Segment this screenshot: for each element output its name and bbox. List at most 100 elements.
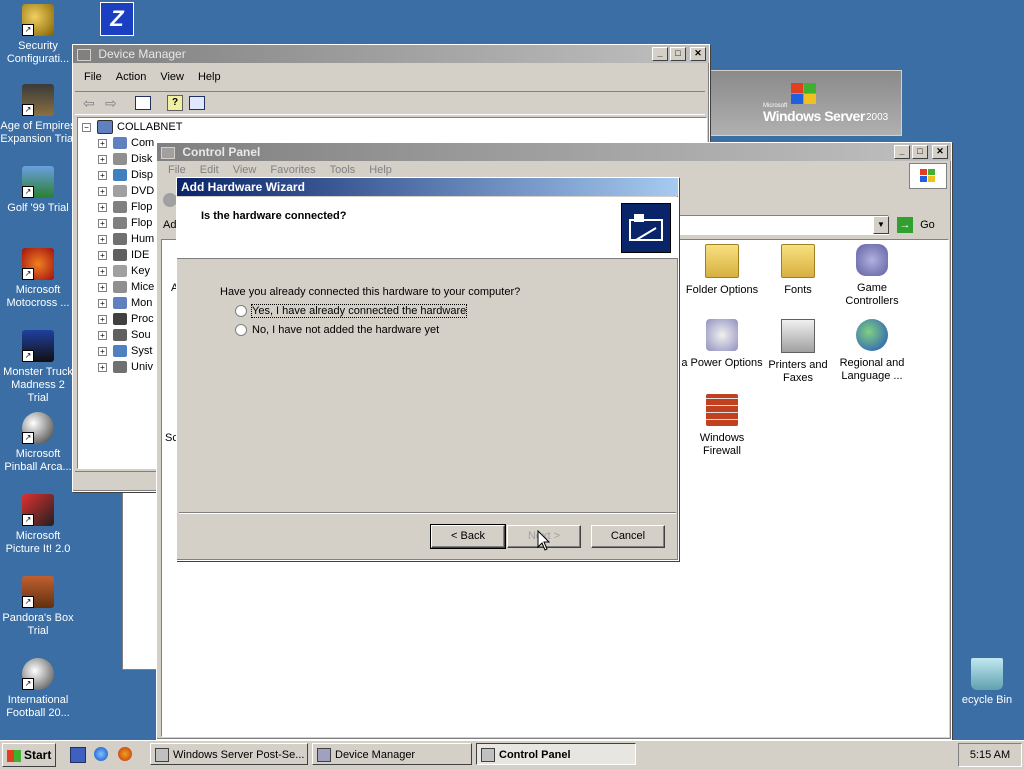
tree-item[interactable]: + Hum: [98, 231, 154, 247]
menu-view[interactable]: View: [153, 71, 191, 83]
radio-no[interactable]: [235, 324, 247, 337]
tree-item[interactable]: + Mon: [98, 295, 152, 311]
cp-fonts[interactable]: Fonts: [756, 244, 840, 297]
address-dropdown-button[interactable]: ▼: [873, 216, 889, 234]
tree-item-label: Key: [131, 265, 150, 277]
maximize-button[interactable]: □: [912, 145, 928, 159]
expand-icon[interactable]: +: [98, 234, 107, 244]
tree-item[interactable]: + Disp: [98, 167, 153, 183]
radio-yes-option[interactable]: Yes, I have already connected the hardwa…: [235, 304, 468, 318]
close-button[interactable]: ✕: [690, 47, 706, 61]
desktop-icon-pandoras-box[interactable]: ↗ Pandora's Box Trial: [0, 576, 76, 638]
device-category-icon: [113, 329, 127, 342]
cp-folder-options[interactable]: Folder Options: [680, 244, 764, 297]
close-button[interactable]: ✕: [932, 145, 948, 159]
cp-regional-language[interactable]: Regional and Language ...: [830, 319, 914, 383]
desktop-icon-pinball[interactable]: ↗ Microsoft Pinball Arca...: [0, 412, 76, 474]
desktop-icon-football[interactable]: ↗ International Football 20...: [0, 658, 76, 720]
cp-windows-firewall[interactable]: Windows Firewall: [680, 394, 764, 458]
tree-item[interactable]: + Sou: [98, 327, 151, 343]
expand-icon[interactable]: +: [98, 138, 107, 148]
tree-item[interactable]: + Proc: [98, 311, 154, 327]
show-hide-tree-icon[interactable]: [135, 96, 151, 110]
update-driver-icon[interactable]: [189, 96, 205, 110]
tree-item[interactable]: + Flop: [98, 199, 152, 215]
expand-icon[interactable]: +: [98, 170, 107, 180]
menu-help[interactable]: Help: [362, 164, 399, 176]
menu-edit[interactable]: Edit: [193, 164, 226, 176]
back-arrow-icon[interactable]: ⇦: [83, 95, 95, 112]
control-panel-titlebar[interactable]: Control Panel _ □ ✕: [157, 143, 951, 161]
tree-item[interactable]: + Univ: [98, 359, 153, 375]
menu-tools[interactable]: Tools: [323, 164, 363, 176]
expand-icon[interactable]: +: [98, 266, 107, 276]
expand-icon[interactable]: +: [98, 282, 107, 292]
taskbar-window-icon: [155, 748, 169, 762]
wizard-titlebar[interactable]: Add Hardware Wizard: [177, 178, 678, 196]
forward-arrow-icon[interactable]: ⇨: [105, 95, 117, 112]
back-nav-icon[interactable]: [163, 193, 177, 207]
expand-icon[interactable]: +: [98, 154, 107, 164]
maximize-button[interactable]: □: [670, 47, 686, 61]
desktop-icon-z[interactable]: Z: [100, 2, 134, 36]
radio-yes[interactable]: [235, 305, 247, 318]
quicklaunch-firefox-icon[interactable]: [118, 747, 132, 761]
minimize-button[interactable]: _: [894, 145, 910, 159]
back-button[interactable]: < Back: [430, 524, 506, 549]
menu-help[interactable]: Help: [191, 71, 228, 83]
menu-file[interactable]: File: [77, 71, 109, 83]
expand-icon[interactable]: +: [98, 218, 107, 228]
taskbar-button-device-manager[interactable]: Device Manager: [312, 743, 472, 765]
tree-item[interactable]: + IDE: [98, 247, 149, 263]
menu-file[interactable]: File: [161, 164, 193, 176]
football-icon: ↗: [22, 658, 54, 690]
tree-item[interactable]: + Syst: [98, 343, 152, 359]
desktop-icon-recycle-bin[interactable]: ecycle Bin: [950, 658, 1024, 707]
desktop-icon-motocross[interactable]: ↗ Microsoft Motocross ...: [0, 248, 76, 310]
expand-icon[interactable]: +: [98, 186, 107, 196]
quicklaunch-show-desktop-icon[interactable]: [70, 747, 86, 763]
quicklaunch-ie-icon[interactable]: [94, 747, 108, 761]
tree-root[interactable]: − COLLABNET: [82, 119, 182, 135]
desktop-icon-monster-truck[interactable]: ↗ Monster Truck Madness 2 Trial: [0, 330, 76, 405]
cp-game-controllers[interactable]: Game Controllers: [830, 244, 914, 308]
menu-favorites[interactable]: Favorites: [263, 164, 322, 176]
system-tray-clock[interactable]: 5:15 AM: [958, 743, 1022, 767]
start-button[interactable]: Start: [2, 743, 56, 767]
menu-action[interactable]: Action: [109, 71, 154, 83]
tree-item[interactable]: + Com: [98, 135, 154, 151]
desktop-icon-security-config[interactable]: ↗ Security Configurati...: [0, 4, 76, 66]
expand-icon[interactable]: +: [98, 250, 107, 260]
cancel-button[interactable]: Cancel: [591, 525, 665, 548]
expand-icon[interactable]: +: [98, 202, 107, 212]
go-button[interactable]: → Go: [897, 215, 939, 235]
tree-item[interactable]: + Mice: [98, 279, 154, 295]
desktop-icon-age-of-empires[interactable]: ↗ Age of Empires Expansion Trial: [0, 84, 76, 146]
tree-item[interactable]: + Flop: [98, 215, 152, 231]
expand-icon[interactable]: +: [98, 298, 107, 308]
control-panel-title: Control Panel: [182, 145, 261, 159]
taskbar-button-windows-server[interactable]: Windows Server Post-Se...: [150, 743, 308, 765]
tree-item[interactable]: + Disk: [98, 151, 152, 167]
taskbar-button-control-panel[interactable]: Control Panel: [476, 743, 636, 765]
desktop-icon-golf[interactable]: ↗ Golf '99 Trial: [0, 166, 76, 215]
device-manager-titlebar[interactable]: Device Manager _ □ ✕: [73, 45, 709, 63]
cp-power-options[interactable]: a Power Options: [680, 319, 764, 370]
menu-view[interactable]: View: [226, 164, 264, 176]
desktop-icon-label: International Football 20...: [6, 694, 70, 719]
radio-no-option[interactable]: No, I have not added the hardware yet: [235, 324, 439, 337]
minimize-button[interactable]: _: [652, 47, 668, 61]
expand-icon[interactable]: +: [98, 314, 107, 324]
tree-root-label: COLLABNET: [117, 121, 183, 133]
expand-icon[interactable]: +: [98, 330, 107, 340]
address-input[interactable]: [677, 215, 889, 235]
taskbar-button-label: Windows Server Post-Se...: [173, 749, 305, 761]
expand-icon[interactable]: +: [98, 346, 107, 356]
desktop-icon-picture-it[interactable]: ↗ Microsoft Picture It! 2.0: [0, 494, 76, 556]
properties-icon[interactable]: ?: [167, 95, 183, 111]
expand-icon[interactable]: +: [98, 362, 107, 372]
collapse-icon[interactable]: −: [82, 122, 91, 132]
tree-item[interactable]: + DVD: [98, 183, 154, 199]
tree-item[interactable]: + Key: [98, 263, 150, 279]
cp-printers-faxes[interactable]: Printers and Faxes: [756, 319, 840, 385]
